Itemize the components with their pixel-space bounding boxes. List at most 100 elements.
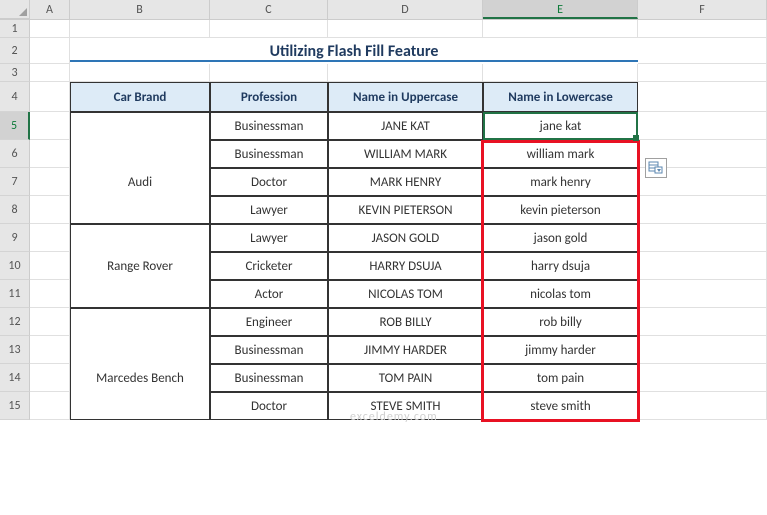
row-header-4[interactable]: 4 [0, 82, 30, 112]
lower-cell[interactable]: mark henry [483, 168, 638, 196]
table-header-profession[interactable]: Profession [210, 82, 328, 112]
upper-cell[interactable]: JANE KAT [328, 112, 483, 140]
table-header-lower[interactable]: Name in Lowercase [483, 82, 638, 112]
cell[interactable] [30, 168, 70, 196]
title-cell[interactable]: Utilizing Flash Fill Feature [70, 38, 638, 64]
profession-cell[interactable]: Lawyer [210, 196, 328, 224]
brand-cell[interactable] [70, 336, 210, 364]
cell[interactable] [638, 82, 767, 112]
col-header-C[interactable]: C [210, 0, 328, 19]
cell[interactable] [638, 224, 767, 252]
brand-cell[interactable] [70, 196, 210, 224]
profession-cell[interactable]: Lawyer [210, 224, 328, 252]
lower-cell[interactable]: steve smith [483, 392, 638, 420]
cell[interactable] [638, 112, 767, 140]
flash-fill-options-button[interactable] [645, 158, 667, 178]
table-header-brand[interactable]: Car Brand [70, 82, 210, 112]
row-header-5[interactable]: 5 [0, 112, 30, 140]
upper-cell[interactable]: TOM PAIN [328, 364, 483, 392]
row-header-7[interactable]: 7 [0, 168, 30, 196]
row-header-2[interactable]: 2 [0, 38, 30, 64]
lower-cell[interactable]: jason gold [483, 224, 638, 252]
profession-cell[interactable]: Doctor [210, 168, 328, 196]
upper-cell[interactable]: NICOLAS TOM [328, 280, 483, 308]
cell[interactable] [70, 20, 210, 38]
row-header-1[interactable]: 1 [0, 20, 30, 38]
row-header-9[interactable]: 9 [0, 224, 30, 252]
cell[interactable] [638, 38, 767, 64]
brand-cell[interactable]: Audi [70, 168, 210, 196]
profession-cell[interactable]: Engineer [210, 308, 328, 336]
table-header-upper[interactable]: Name in Uppercase [328, 82, 483, 112]
cell[interactable] [328, 64, 483, 82]
profession-cell[interactable]: Businessman [210, 364, 328, 392]
col-header-D[interactable]: D [328, 0, 483, 19]
lower-cell[interactable]: kevin pieterson [483, 196, 638, 224]
row-header-12[interactable]: 12 [0, 308, 30, 336]
cell[interactable] [30, 20, 70, 38]
cell[interactable] [30, 224, 70, 252]
brand-cell[interactable] [70, 112, 210, 140]
row-header-15[interactable]: 15 [0, 392, 30, 420]
select-all-corner[interactable] [0, 0, 30, 19]
lower-cell[interactable]: harry dsuja [483, 252, 638, 280]
profession-cell[interactable]: Actor [210, 280, 328, 308]
cell[interactable] [483, 20, 638, 38]
cell[interactable] [638, 64, 767, 82]
cell[interactable] [30, 308, 70, 336]
upper-cell[interactable]: MARK HENRY [328, 168, 483, 196]
upper-cell[interactable]: JASON GOLD [328, 224, 483, 252]
cell[interactable] [30, 64, 70, 82]
cell[interactable] [30, 140, 70, 168]
lower-cell[interactable]: william mark [483, 140, 638, 168]
upper-cell[interactable]: HARRY DSUJA [328, 252, 483, 280]
cell[interactable] [210, 64, 328, 82]
cell[interactable] [483, 64, 638, 82]
cell[interactable] [638, 252, 767, 280]
cell[interactable] [638, 392, 767, 420]
cell[interactable] [70, 64, 210, 82]
cell[interactable] [210, 20, 328, 38]
brand-cell[interactable] [70, 224, 210, 252]
cell[interactable] [30, 38, 70, 64]
lower-cell[interactable]: jane kat [483, 112, 638, 140]
col-header-F[interactable]: F [638, 0, 767, 19]
cell[interactable] [638, 280, 767, 308]
brand-cell[interactable] [70, 140, 210, 168]
row-header-13[interactable]: 13 [0, 336, 30, 364]
cell[interactable] [638, 196, 767, 224]
cell[interactable] [30, 112, 70, 140]
upper-cell[interactable]: STEVE SMITH [328, 392, 483, 420]
row-header-14[interactable]: 14 [0, 364, 30, 392]
cell[interactable] [328, 20, 483, 38]
cell[interactable] [30, 196, 70, 224]
brand-cell[interactable] [70, 280, 210, 308]
cell[interactable] [30, 392, 70, 420]
cell[interactable] [30, 336, 70, 364]
brand-cell[interactable]: Range Rover [70, 252, 210, 280]
cell[interactable] [30, 252, 70, 280]
row-header-11[interactable]: 11 [0, 280, 30, 308]
cell[interactable] [638, 336, 767, 364]
row-header-8[interactable]: 8 [0, 196, 30, 224]
cell[interactable] [30, 82, 70, 112]
upper-cell[interactable]: WILLIAM MARK [328, 140, 483, 168]
col-header-E[interactable]: E [483, 0, 638, 19]
cell[interactable] [30, 280, 70, 308]
profession-cell[interactable]: Doctor [210, 392, 328, 420]
cell[interactable] [638, 20, 767, 38]
profession-cell[interactable]: Businessman [210, 336, 328, 364]
row-header-3[interactable]: 3 [0, 64, 30, 82]
row-header-10[interactable]: 10 [0, 252, 30, 280]
cell[interactable] [638, 364, 767, 392]
profession-cell[interactable]: Businessman [210, 140, 328, 168]
brand-cell[interactable] [70, 392, 210, 420]
col-header-A[interactable]: A [30, 0, 70, 19]
upper-cell[interactable]: JIMMY HARDER [328, 336, 483, 364]
brand-cell[interactable] [70, 308, 210, 336]
lower-cell[interactable]: jimmy harder [483, 336, 638, 364]
cell[interactable] [30, 364, 70, 392]
lower-cell[interactable]: nicolas tom [483, 280, 638, 308]
row-header-6[interactable]: 6 [0, 140, 30, 168]
upper-cell[interactable]: ROB BILLY [328, 308, 483, 336]
